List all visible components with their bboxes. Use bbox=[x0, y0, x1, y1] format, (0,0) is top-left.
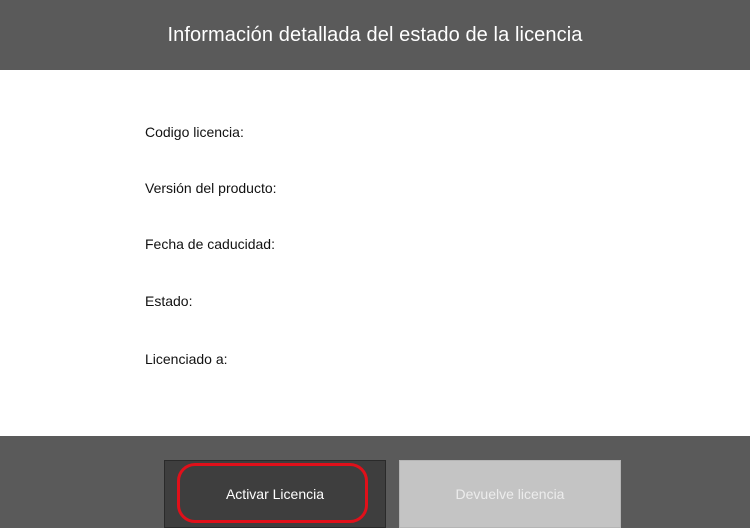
return-license-button-label: Devuelve licencia bbox=[455, 486, 565, 502]
expiry-date-label: Fecha de caducidad: bbox=[145, 236, 275, 252]
activate-license-button-label: Activar Licencia bbox=[225, 486, 325, 502]
license-status-dialog: Información detallada del estado de la l… bbox=[0, 0, 750, 528]
product-version-label: Versión del producto: bbox=[145, 180, 277, 196]
license-code-label: Codigo licencia: bbox=[145, 124, 244, 140]
dialog-header: Información detallada del estado de la l… bbox=[0, 0, 750, 70]
activate-license-button[interactable]: Activar Licencia bbox=[164, 460, 386, 528]
licensed-to-label: Licenciado a: bbox=[145, 351, 228, 367]
return-license-button: Devuelve licencia bbox=[399, 460, 621, 528]
status-label: Estado: bbox=[145, 293, 193, 309]
dialog-title: Información detallada del estado de la l… bbox=[167, 23, 583, 46]
dialog-footer: Activar Licencia Devuelve licencia bbox=[0, 436, 750, 528]
